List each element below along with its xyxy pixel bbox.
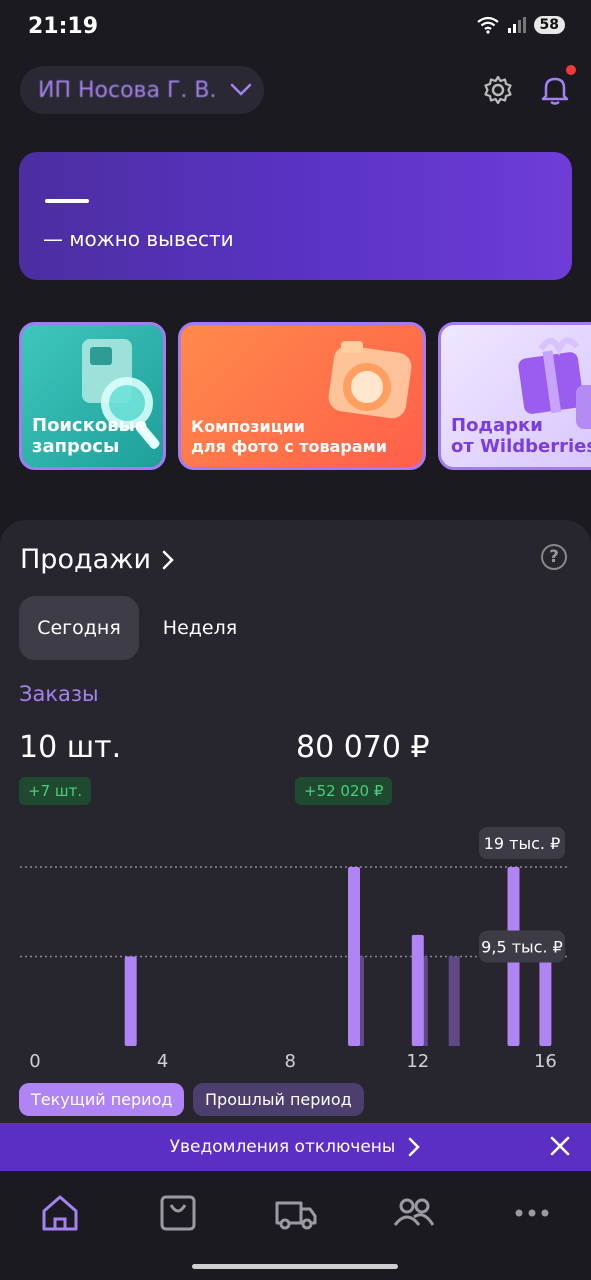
bar-current (124, 956, 137, 1046)
sales-title: Продажи (20, 544, 152, 575)
sum-delta-badge: +52 020 ₽ (295, 777, 393, 805)
balance-amount-placeholder (45, 199, 89, 203)
withdraw-label: — можно вывести (43, 227, 234, 251)
wifi-icon (476, 16, 499, 34)
chevron-down-icon (231, 83, 252, 96)
bar-current (411, 934, 424, 1046)
gear-icon[interactable] (482, 74, 514, 106)
status-icons: 58 (476, 16, 565, 34)
x-tick-label: 0 (29, 1051, 40, 1072)
story-label: Композиции для фото с товарами (191, 417, 387, 456)
chevron-right-icon (409, 1137, 421, 1157)
home-indicator (192, 1264, 398, 1269)
status-bar: 21:19 58 (0, 0, 591, 56)
x-tick-label: 16 (534, 1051, 557, 1072)
legend-previous-period[interactable]: Прошлый период (193, 1083, 364, 1116)
story-label: Поисковые запросы (32, 415, 148, 457)
notification-dot (566, 65, 576, 75)
signal-icon (507, 17, 526, 33)
gridline-label: 19 тыс. ₽ (484, 834, 561, 853)
tab-week[interactable]: Неделя (150, 596, 250, 660)
x-tick-label: 4 (157, 1051, 168, 1072)
truck-icon[interactable] (274, 1193, 318, 1233)
story-label: Подарки от Wildberries (451, 415, 591, 457)
seller-name: ИП Носова Г. В. (38, 77, 217, 103)
gridline-label: 9,5 тыс. ₽ (481, 938, 563, 957)
orders-sum: 80 070 ₽ (296, 730, 430, 765)
bar-current (348, 867, 360, 1046)
tab-today[interactable]: Сегодня (19, 596, 139, 660)
more-icon[interactable] (514, 1207, 550, 1219)
bell-icon[interactable] (540, 74, 570, 106)
x-tick-label: 12 (406, 1051, 429, 1072)
sales-card: Продажи ? Сегодня Неделя Заказы 10 шт. 8… (0, 520, 591, 1160)
orders-label: Заказы (19, 682, 99, 706)
users-icon[interactable] (392, 1193, 436, 1233)
help-icon[interactable]: ? (541, 544, 567, 570)
x-tick-label: 8 (284, 1051, 295, 1072)
battery-indicator: 58 (533, 16, 565, 34)
stories-row: Поисковые запросы Композиции для фото с то… (0, 322, 591, 472)
sales-title-link[interactable]: Продажи (20, 544, 175, 575)
orders-count: 10 шт. (19, 730, 122, 765)
legend-current-period[interactable]: Текущий период (19, 1083, 185, 1116)
story-photo-compositions[interactable]: Композиции для фото с товарами (178, 322, 426, 470)
orders-chart: 19 тыс. ₽ 9,5 тыс. ₽ 0 4 8 12 16 (20, 827, 570, 1072)
story-search-queries[interactable]: Поисковые запросы (19, 322, 166, 470)
bar-previous (448, 956, 460, 1046)
notifications-text: Уведомления отключены (169, 1137, 396, 1157)
seller-selector[interactable]: ИП Носова Г. В. (20, 66, 264, 114)
status-time: 21:19 (28, 14, 99, 39)
bag-icon[interactable] (158, 1193, 198, 1233)
chevron-right-icon (162, 550, 174, 569)
home-icon[interactable] (40, 1193, 80, 1233)
count-delta-badge: +7 шт. (19, 777, 92, 805)
balance-card[interactable]: — можно вывести (19, 152, 572, 280)
notifications-banner[interactable]: Уведомления отключены (0, 1123, 591, 1171)
close-icon[interactable] (549, 1135, 571, 1157)
story-wb-gifts[interactable]: Подарки от Wildberries (438, 322, 591, 470)
